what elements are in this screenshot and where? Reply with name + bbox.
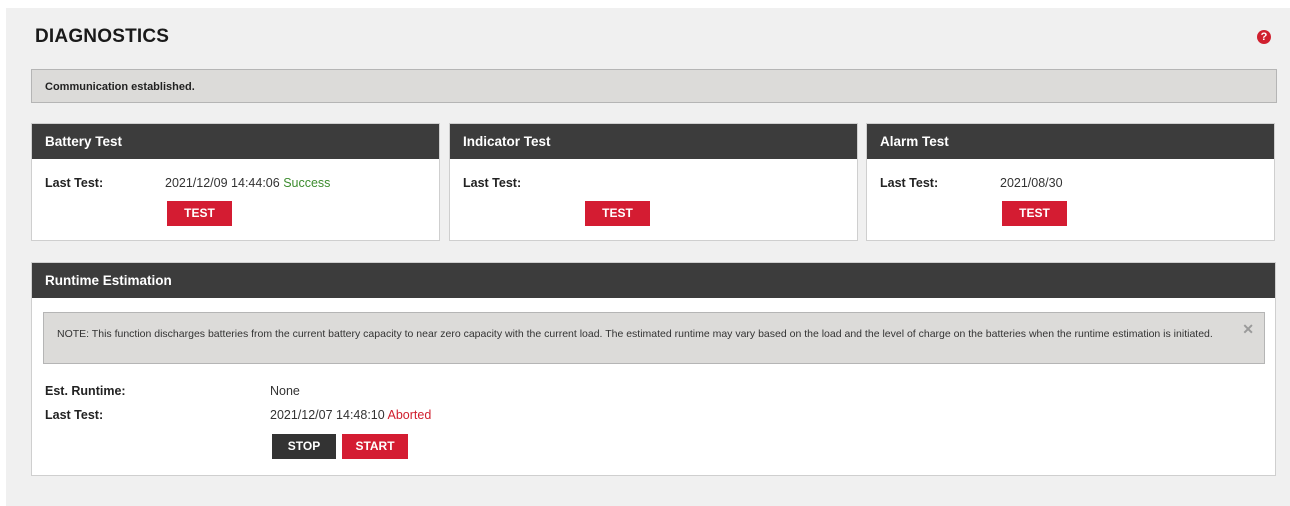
alarm-last-test-label: Last Test: (880, 176, 939, 190)
indicator-test-card: Indicator Test Last Test: TEST (449, 123, 858, 241)
battery-last-test-time: 2021/12/09 14:44:06 (165, 176, 280, 190)
runtime-note-text: NOTE: This function discharges batteries… (57, 328, 1213, 340)
battery-last-test-value: 2021/12/09 14:44:06 Success (165, 176, 330, 190)
alarm-test-card: Alarm Test Last Test: 2021/08/30 TEST (866, 123, 1275, 241)
runtime-last-test-label: Last Test: (45, 408, 104, 422)
start-button[interactable]: START (342, 434, 408, 459)
help-icon[interactable]: ? (1257, 30, 1271, 44)
battery-last-test-result: Success (283, 176, 331, 190)
indicator-test-button[interactable]: TEST (585, 201, 650, 226)
runtime-note-banner: NOTE: This function discharges batteries… (43, 312, 1265, 364)
stop-button[interactable]: STOP (272, 434, 336, 459)
alarm-last-test-value: 2021/08/30 (1000, 176, 1063, 190)
diagnostics-page: DIAGNOSTICS ? Communication established.… (6, 8, 1290, 506)
alarm-test-title: Alarm Test (867, 124, 1274, 159)
page-title: DIAGNOSTICS (35, 26, 170, 47)
runtime-estimation-title: Runtime Estimation (32, 263, 1275, 298)
runtime-last-test-time: 2021/12/07 14:48:10 (270, 408, 385, 422)
status-banner: Communication established. (31, 69, 1277, 103)
alarm-test-button[interactable]: TEST (1002, 201, 1067, 226)
indicator-last-test-label: Last Test: (463, 176, 522, 190)
runtime-estimation-card: Runtime Estimation NOTE: This function d… (31, 262, 1276, 476)
battery-last-test-label: Last Test: (45, 176, 104, 190)
close-icon[interactable]: ✕ (1242, 321, 1254, 338)
battery-test-card: Battery Test Last Test: 2021/12/09 14:44… (31, 123, 440, 241)
runtime-last-test-value: 2021/12/07 14:48:10 Aborted (270, 408, 431, 422)
battery-test-button[interactable]: TEST (167, 201, 232, 226)
battery-test-title: Battery Test (32, 124, 439, 159)
status-message: Communication established. (45, 81, 195, 93)
est-runtime-value: None (270, 384, 300, 398)
est-runtime-label: Est. Runtime: (45, 384, 126, 398)
indicator-test-title: Indicator Test (450, 124, 857, 159)
runtime-last-test-result: Aborted (387, 408, 432, 422)
